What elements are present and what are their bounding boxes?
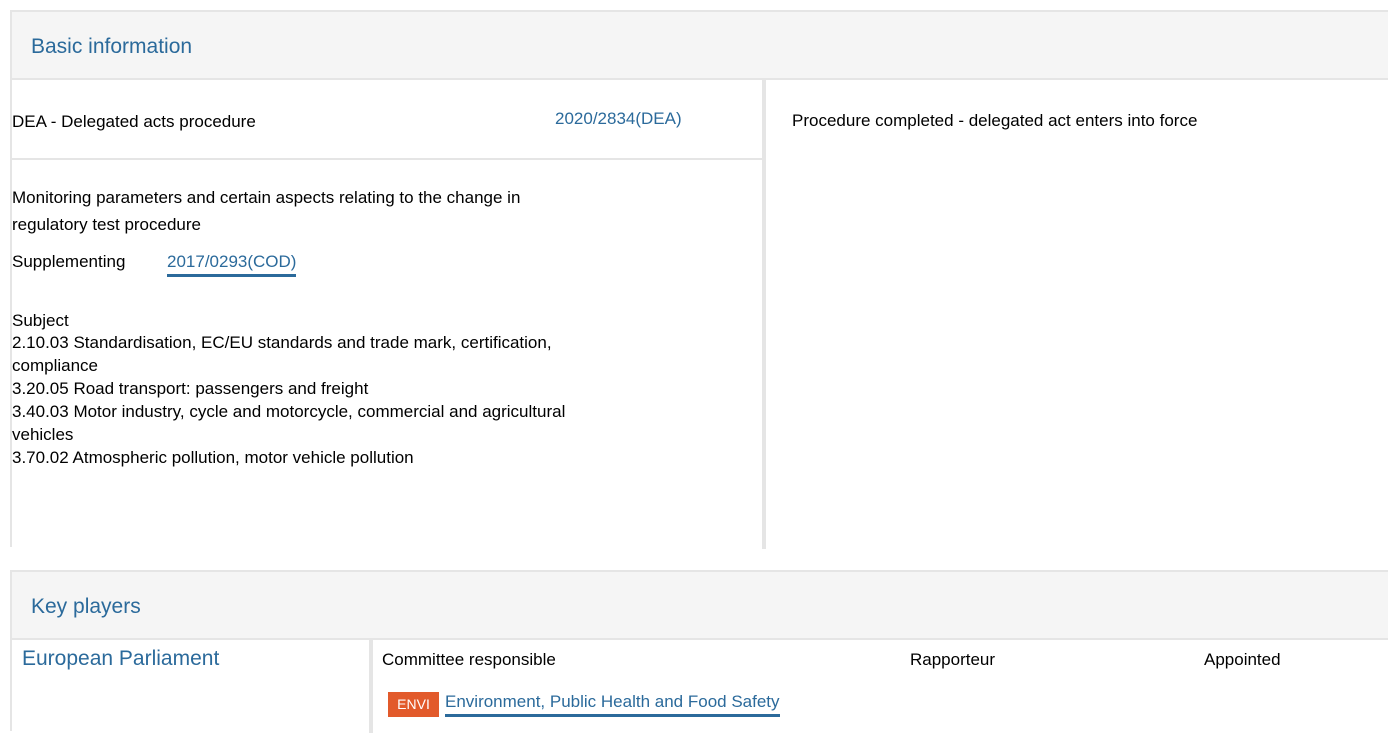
basic-information-section: Basic information DEA - Delegated acts p… xyxy=(10,10,1388,549)
committee-badge: ENVI xyxy=(388,692,439,717)
committee-link[interactable]: Environment, Public Health and Food Safe… xyxy=(445,691,780,717)
subject-label: Subject xyxy=(12,311,69,330)
subject-line: 3.20.05 Road transport: passengers and f… xyxy=(12,379,369,398)
institution-cell: European Parliament xyxy=(12,640,373,733)
committee-responsible-header: Committee responsible xyxy=(382,650,556,669)
supplementing-link[interactable]: 2017/0293(COD) xyxy=(167,251,297,277)
supplementing-label: Supplementing xyxy=(12,252,126,271)
subject-line: vehicles xyxy=(12,425,74,444)
procedure-type: DEA - Delegated acts procedure xyxy=(12,112,256,131)
subject-line: compliance xyxy=(12,356,98,375)
description-line-2: regulatory test procedure xyxy=(12,215,201,234)
basic-info-left-column: DEA - Delegated acts procedure 2020/2834… xyxy=(12,80,766,549)
basic-information-title: Basic information xyxy=(31,35,193,58)
key-players-header: Key players xyxy=(12,572,1388,640)
basic-info-right-column: Procedure completed - delegated act ente… xyxy=(766,80,1388,549)
rapporteur-header: Rapporteur xyxy=(910,650,996,669)
description-block: Monitoring parameters and certain aspect… xyxy=(12,160,762,549)
committee-table: Committee responsible Rapporteur Appoint… xyxy=(373,640,1388,733)
description-line-1: Monitoring parameters and certain aspect… xyxy=(12,188,521,207)
basic-information-header: Basic information xyxy=(12,12,1388,80)
subject-line: 3.40.03 Motor industry, cycle and motorc… xyxy=(12,402,566,421)
procedure-status: Procedure completed - delegated act ente… xyxy=(792,111,1198,130)
appointed-header: Appointed xyxy=(1204,650,1281,669)
key-players-section: Key players European Parliament Committe… xyxy=(10,570,1388,733)
subject-line: 2.10.03 Standardisation, EC/EU standards… xyxy=(12,333,552,352)
procedure-reference-link[interactable]: 2020/2834(DEA) xyxy=(555,108,682,130)
institution-link[interactable]: European Parliament xyxy=(22,646,219,672)
subject-line: 3.70.02 Atmospheric pollution, motor veh… xyxy=(12,448,414,467)
key-players-title: Key players xyxy=(31,595,141,618)
procedure-row: DEA - Delegated acts procedure 2020/2834… xyxy=(12,80,762,160)
